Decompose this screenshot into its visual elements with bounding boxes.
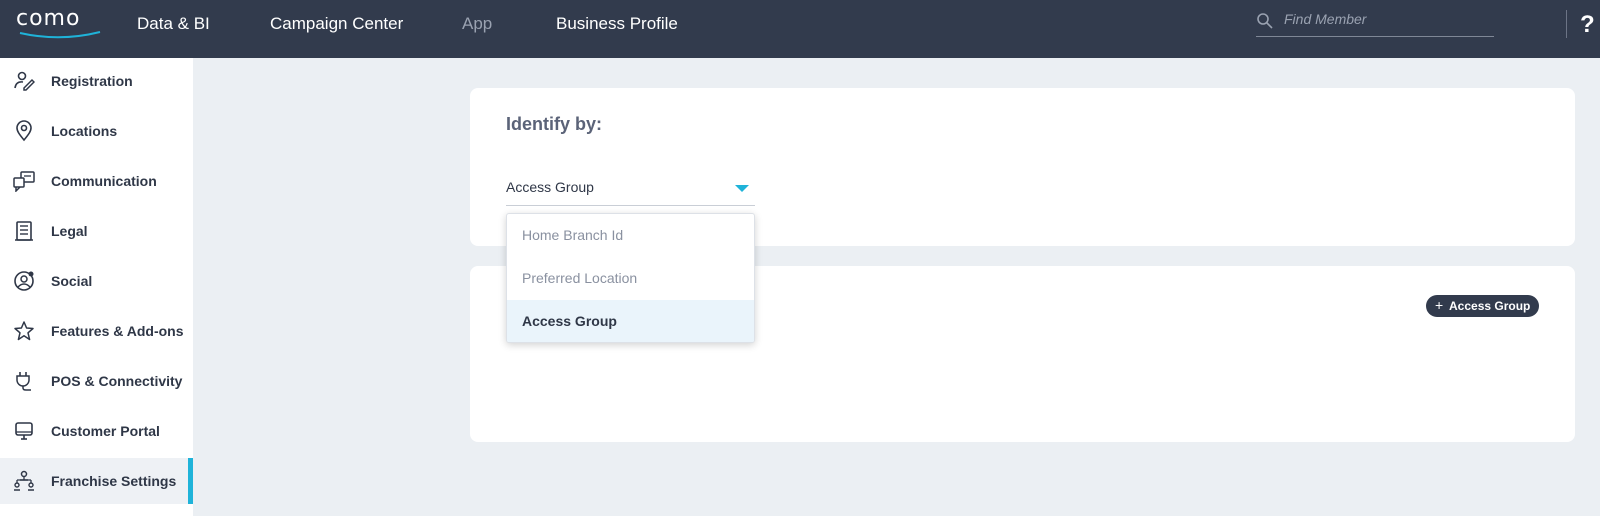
caret-down-icon[interactable] bbox=[735, 185, 749, 192]
sidebar-item-social[interactable]: Social bbox=[0, 258, 193, 304]
location-pin-icon bbox=[16, 120, 32, 142]
social-icon bbox=[14, 271, 34, 291]
search-input[interactable] bbox=[1284, 11, 1484, 27]
option-home-branch-id[interactable]: Home Branch Id bbox=[507, 214, 754, 257]
sidebar-item-pos-connectivity[interactable]: POS & Connectivity bbox=[0, 358, 193, 404]
top-navigation-bar: como Data & BI Campaign Center App Busin… bbox=[0, 0, 1600, 58]
option-access-group[interactable]: Access Group bbox=[507, 300, 754, 342]
nav-app[interactable]: App bbox=[462, 14, 492, 34]
sidebar-item-locations[interactable]: Locations bbox=[0, 108, 193, 154]
sidebar-item-franchise-settings[interactable]: Franchise Settings bbox=[0, 458, 193, 504]
help-icon[interactable]: ? bbox=[1580, 12, 1595, 38]
logo-swoosh-icon bbox=[19, 31, 101, 39]
settings-sidebar: Registration Locations Communication Leg… bbox=[0, 58, 193, 516]
identify-by-select[interactable]: Access Group bbox=[506, 176, 755, 206]
plug-icon bbox=[16, 372, 31, 391]
option-preferred-location[interactable]: Preferred Location bbox=[507, 257, 754, 300]
add-access-group-label: Access Group bbox=[1449, 299, 1531, 313]
nav-data-bi[interactable]: Data & BI bbox=[137, 14, 210, 34]
option-label: Access Group bbox=[522, 313, 617, 329]
topbar-divider bbox=[1566, 10, 1567, 38]
sidebar-item-label: Registration bbox=[51, 73, 133, 89]
search-icon bbox=[1257, 13, 1273, 29]
nav-campaign-center[interactable]: Campaign Center bbox=[270, 14, 403, 34]
identify-by-title: Identify by: bbox=[506, 114, 603, 134]
sidebar-item-label: Locations bbox=[51, 123, 118, 139]
sidebar-item-label: Franchise Settings bbox=[51, 473, 177, 489]
option-label: Preferred Location bbox=[522, 270, 638, 286]
sidebar-item-communication[interactable]: Communication bbox=[0, 158, 193, 204]
star-icon bbox=[14, 321, 34, 341]
document-icon bbox=[15, 221, 33, 241]
franchise-icon bbox=[14, 470, 34, 491]
sidebar-item-label: Legal bbox=[51, 223, 88, 239]
add-access-group-button[interactable]: + Access Group bbox=[1426, 295, 1539, 317]
sidebar-item-label: Customer Portal bbox=[51, 423, 160, 439]
identify-by-dropdown-menu: Home Branch Id Preferred Location Access… bbox=[506, 213, 755, 343]
find-member-search bbox=[1256, 8, 1494, 37]
monitor-icon bbox=[15, 422, 33, 440]
sidebar-item-customer-portal[interactable]: Customer Portal bbox=[0, 408, 193, 454]
logo-text: como bbox=[16, 6, 81, 31]
sidebar-item-label: Communication bbox=[51, 173, 157, 189]
sidebar-item-label: Features & Add-ons bbox=[51, 323, 184, 339]
user-edit-icon bbox=[14, 71, 35, 91]
sidebar-item-label: POS & Connectivity bbox=[51, 373, 183, 389]
nav-business-profile[interactable]: Business Profile bbox=[556, 14, 678, 34]
chat-icon bbox=[13, 171, 35, 192]
sidebar-item-legal[interactable]: Legal bbox=[0, 208, 193, 254]
como-logo[interactable]: como bbox=[16, 6, 106, 39]
sidebar-item-features[interactable]: Features & Add-ons bbox=[0, 308, 193, 354]
option-label: Home Branch Id bbox=[522, 227, 624, 243]
sidebar-item-registration[interactable]: Registration bbox=[0, 58, 193, 104]
sidebar-item-label: Social bbox=[51, 273, 93, 289]
plus-icon: + bbox=[1435, 297, 1444, 313]
select-value: Access Group bbox=[506, 179, 594, 195]
